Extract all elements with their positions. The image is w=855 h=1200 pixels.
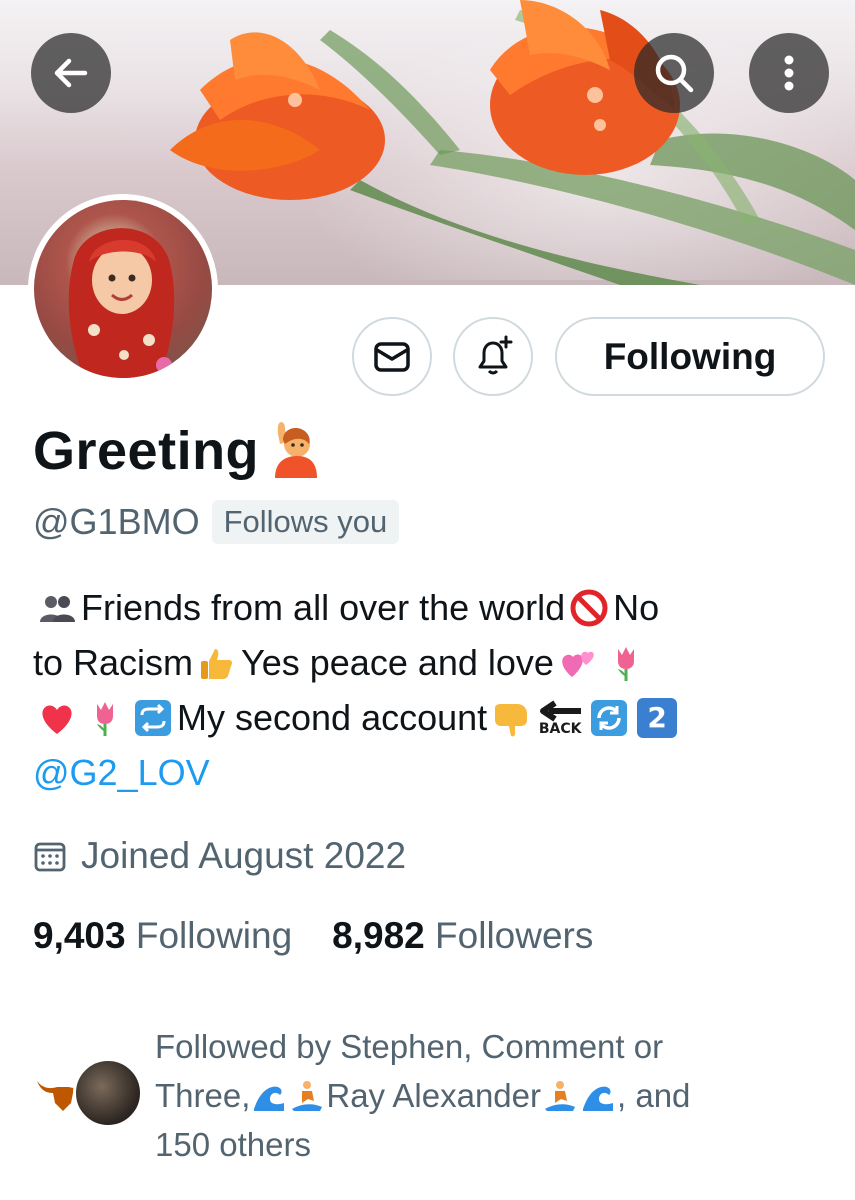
back-arrow-emoji: BACK bbox=[537, 700, 583, 736]
keycap-2-icon: 2 bbox=[637, 697, 678, 738]
followers-count: 8,982 bbox=[332, 915, 425, 956]
keycap-2-label: 2 bbox=[647, 701, 667, 734]
repeat-button-icon bbox=[135, 699, 171, 736]
followed-by-line-3-text: 150 others bbox=[155, 1126, 311, 1163]
bio-text-2a: to Racism bbox=[33, 642, 194, 683]
search-button[interactable] bbox=[634, 33, 714, 113]
more-vertical-icon bbox=[784, 55, 794, 91]
water-wave-icon bbox=[254, 1086, 285, 1111]
person-raising-hand-emoji-icon bbox=[261, 418, 321, 491]
second-account-link[interactable]: @G2_LOV bbox=[33, 745, 210, 800]
person-surfing-icon bbox=[292, 1080, 323, 1111]
search-icon bbox=[655, 54, 694, 93]
bell-plus-icon bbox=[478, 335, 513, 374]
tulip-icon-2 bbox=[97, 701, 113, 736]
following-button-label: Following bbox=[603, 335, 777, 377]
following-label: Following bbox=[135, 915, 293, 956]
bio-line-1: Friends from all over the world No bbox=[33, 580, 823, 635]
follow-stats: 9,403 Following 8,982 Followers bbox=[33, 915, 633, 957]
display-name: Greeting bbox=[33, 418, 321, 491]
followed-by-line-2: Three, Ray Alexander , and bbox=[155, 1071, 795, 1120]
followers-label: Followers bbox=[435, 915, 594, 956]
followed-by-line-2c: , and bbox=[617, 1077, 691, 1114]
prohibited-icon bbox=[570, 589, 608, 626]
followed-by-text[interactable]: Followed by Stephen, Comment or Three, R… bbox=[155, 1022, 795, 1169]
bio-text-1b: No bbox=[613, 587, 660, 628]
following-count: 9,403 bbox=[33, 915, 126, 956]
counterclockwise-arrows-icon bbox=[591, 699, 628, 736]
handle-row: @G1BMO Follows you bbox=[33, 500, 400, 544]
followed-by-line-2b: Ray Alexander bbox=[326, 1077, 542, 1114]
followed-by-line-1-text: Followed by Stephen, Comment or bbox=[155, 1028, 664, 1065]
thumbs-up-icon bbox=[201, 648, 233, 679]
busts-in-silhouette-icon bbox=[40, 595, 75, 622]
message-button[interactable] bbox=[352, 317, 432, 396]
bio-text-2b: Yes peace and love bbox=[241, 642, 554, 683]
followed-by-line-3: 150 others bbox=[155, 1120, 795, 1169]
followed-by-avatars[interactable] bbox=[28, 1058, 148, 1128]
joined-text: Joined August 2022 bbox=[81, 835, 407, 876]
joined-date: Joined August 2022 bbox=[33, 835, 406, 877]
avatar-image bbox=[34, 200, 212, 378]
following-button[interactable]: Following bbox=[555, 317, 825, 396]
following-stat[interactable]: 9,403 Following bbox=[33, 915, 292, 957]
back-arrow-icon bbox=[540, 700, 582, 721]
bio-text-1a: Friends from all over the world bbox=[81, 587, 566, 628]
bio-text-3a: My second account bbox=[177, 697, 488, 738]
bio-line-3: My second account BACK 2 bbox=[33, 690, 823, 745]
profile-avatar[interactable] bbox=[28, 194, 218, 384]
follower-avatar-photo bbox=[73, 1058, 143, 1128]
person-surfing-icon-2 bbox=[545, 1080, 576, 1111]
profile-handle: @G1BMO bbox=[33, 501, 200, 542]
display-name-text: Greeting bbox=[33, 420, 260, 481]
follows-you-badge: Follows you bbox=[211, 500, 400, 544]
bio-line-2: to Racism Yes peace and love bbox=[33, 635, 823, 690]
water-wave-icon-2 bbox=[583, 1086, 614, 1111]
two-hearts-icon bbox=[562, 651, 594, 677]
notifications-button[interactable] bbox=[453, 317, 533, 396]
followed-by-line-1: Followed by Stephen, Comment or bbox=[155, 1022, 795, 1071]
envelope-icon bbox=[374, 341, 410, 372]
back-button[interactable] bbox=[31, 33, 111, 113]
followers-stat[interactable]: 8,982 Followers bbox=[332, 915, 593, 957]
bio-line-4: @G2_LOV bbox=[33, 745, 823, 800]
profile-bio: Friends from all over the world No to Ra… bbox=[33, 580, 823, 800]
more-options-button[interactable] bbox=[749, 33, 829, 113]
arrow-left-icon bbox=[54, 58, 88, 88]
followed-by-line-2a: Three, bbox=[155, 1077, 251, 1114]
red-heart-icon bbox=[42, 704, 72, 734]
backhand-index-pointing-down-icon bbox=[495, 703, 528, 736]
tulip-icon bbox=[617, 646, 634, 681]
back-arrow-label: BACK bbox=[538, 720, 582, 737]
calendar-icon bbox=[34, 842, 66, 872]
